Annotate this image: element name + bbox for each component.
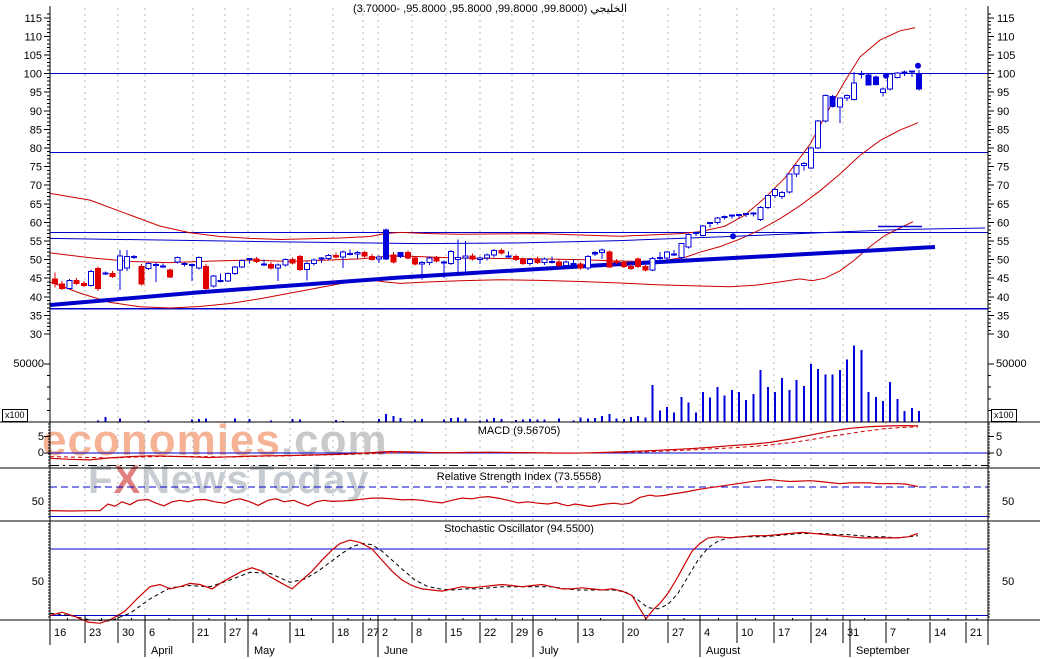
stoch-title: Stochastic Oscillator (94.5500) — [50, 523, 988, 535]
svg-text:May: May — [254, 645, 275, 657]
macd-tick-0-left: 0 — [2, 447, 44, 459]
svg-text:55: 55 — [30, 236, 42, 248]
svg-text:115: 115 — [997, 13, 1015, 25]
svg-text:30: 30 — [30, 329, 42, 341]
svg-text:6: 6 — [537, 627, 543, 639]
svg-text:70: 70 — [997, 180, 1009, 192]
svg-text:20: 20 — [627, 627, 639, 639]
svg-text:95: 95 — [30, 87, 42, 99]
date-axis: 1623306212741118272815222961320274101724… — [50, 615, 988, 657]
svg-text:April: April — [151, 645, 173, 657]
svg-text:55: 55 — [997, 236, 1009, 248]
svg-text:70: 70 — [30, 180, 42, 192]
svg-text:45: 45 — [30, 273, 42, 285]
volume-multiplier-right: x100 — [991, 409, 1017, 422]
volume-multiplier-left: x100 — [2, 409, 28, 422]
chart-canvas[interactable]: 1151151101101051051001009595909085858080… — [0, 0, 1040, 659]
svg-text:27: 27 — [229, 627, 241, 639]
svg-text:90: 90 — [997, 106, 1009, 118]
svg-text:4: 4 — [252, 627, 258, 639]
svg-text:30: 30 — [997, 329, 1009, 341]
svg-text:23: 23 — [89, 627, 101, 639]
svg-text:40: 40 — [997, 292, 1009, 304]
svg-text:35: 35 — [997, 310, 1009, 322]
stoch-mid-right: 50 — [1002, 576, 1014, 588]
svg-text:September: September — [856, 645, 910, 657]
rsi-mid-right: 50 — [1002, 496, 1014, 508]
svg-text:50: 50 — [997, 255, 1009, 267]
svg-text:22: 22 — [484, 627, 496, 639]
chart-window: economies.com FXNewsToday 11511511011010… — [0, 0, 1040, 659]
svg-text:110: 110 — [24, 31, 42, 43]
rsi-mid-left: 50 — [2, 496, 44, 508]
svg-text:July: July — [539, 645, 559, 657]
svg-text:13: 13 — [582, 627, 594, 639]
price-panel — [50, 28, 988, 309]
svg-text:50: 50 — [30, 255, 42, 267]
stoch-mid-left: 50 — [2, 576, 44, 588]
svg-text:14: 14 — [934, 627, 946, 639]
volume-panel — [98, 345, 919, 422]
macd-tick-0-right: 0 — [996, 447, 1002, 459]
svg-text:31: 31 — [847, 627, 859, 639]
svg-text:18: 18 — [337, 627, 349, 639]
svg-text:65: 65 — [997, 199, 1009, 211]
svg-text:17: 17 — [778, 627, 790, 639]
svg-text:105: 105 — [24, 50, 42, 62]
volume-axis-label-right: 50000 — [996, 358, 1027, 370]
svg-text:75: 75 — [30, 162, 42, 174]
svg-text:21: 21 — [197, 627, 209, 639]
rsi-title: Relative Strength Index (73.5558) — [50, 471, 988, 483]
svg-text:11: 11 — [294, 627, 305, 639]
svg-text:80: 80 — [30, 143, 42, 155]
svg-text:85: 85 — [997, 124, 1009, 136]
svg-text:115: 115 — [24, 13, 42, 25]
svg-text:June: June — [384, 645, 408, 657]
svg-text:65: 65 — [30, 199, 42, 211]
svg-text:95: 95 — [997, 87, 1009, 99]
svg-text:29: 29 — [516, 627, 528, 639]
svg-text:16: 16 — [54, 627, 66, 639]
macd-tick-5-left: 5 — [2, 431, 44, 443]
svg-text:100: 100 — [24, 69, 42, 81]
macd-tick-5-right: 5 — [996, 431, 1002, 443]
svg-text:7: 7 — [890, 627, 896, 639]
svg-text:90: 90 — [30, 106, 42, 118]
svg-text:August: August — [706, 645, 740, 657]
rsi-panel — [50, 480, 988, 517]
svg-text:15: 15 — [450, 627, 462, 639]
svg-text:60: 60 — [30, 217, 42, 229]
svg-text:27: 27 — [672, 627, 684, 639]
svg-text:4: 4 — [704, 627, 710, 639]
svg-text:110: 110 — [997, 31, 1015, 43]
svg-text:27: 27 — [367, 627, 379, 639]
svg-text:45: 45 — [997, 273, 1009, 285]
svg-text:60: 60 — [997, 217, 1009, 229]
svg-text:21: 21 — [970, 627, 982, 639]
svg-text:105: 105 — [997, 50, 1015, 62]
svg-text:40: 40 — [30, 292, 42, 304]
svg-text:100: 100 — [997, 69, 1015, 81]
stoch-panel — [50, 532, 988, 623]
svg-text:6: 6 — [149, 627, 155, 639]
svg-text:2: 2 — [382, 627, 388, 639]
svg-text:8: 8 — [416, 627, 422, 639]
svg-text:24: 24 — [815, 627, 827, 639]
svg-text:75: 75 — [997, 162, 1009, 174]
svg-text:80: 80 — [997, 143, 1009, 155]
svg-text:10: 10 — [741, 627, 753, 639]
svg-text:85: 85 — [30, 124, 42, 136]
macd-title: MACD (9.56705) — [50, 425, 988, 437]
volume-axis-label-left: 50000 — [2, 358, 44, 370]
svg-text:30: 30 — [122, 627, 134, 639]
instrument-title: الخليجي (99.8000, 99.8000, 95.8000, 95.8… — [50, 2, 930, 15]
svg-text:35: 35 — [30, 310, 42, 322]
